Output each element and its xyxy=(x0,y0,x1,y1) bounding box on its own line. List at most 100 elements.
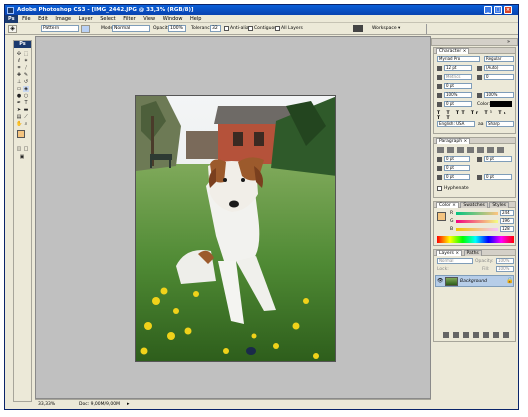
healing-brush-tool-icon[interactable]: ✚ xyxy=(16,72,22,78)
move-tool-icon[interactable]: ✣ xyxy=(16,51,22,57)
menu-help[interactable]: Help xyxy=(187,15,204,23)
delete-layer-icon[interactable] xyxy=(502,332,509,338)
tolerance-input[interactable]: 32 xyxy=(210,25,221,32)
tracking-input[interactable]: 0 xyxy=(484,74,514,80)
font-style-select[interactable]: Regular xyxy=(484,56,514,62)
type-tool-icon[interactable]: T xyxy=(23,100,29,106)
justify-right-icon[interactable] xyxy=(487,147,494,153)
layer-opacity-input[interactable]: 100% xyxy=(496,258,514,264)
close-button[interactable]: × xyxy=(504,6,512,14)
vertical-scale-input[interactable]: 0 pt xyxy=(444,83,472,89)
font-family-select[interactable]: Myriad Pro xyxy=(437,56,480,62)
blue-input[interactable]: 128 xyxy=(500,226,514,232)
indent-right-input[interactable]: 0 pt xyxy=(484,156,512,162)
layer-mask-icon[interactable] xyxy=(462,332,469,338)
menu-filter[interactable]: Filter xyxy=(120,15,138,23)
font-size-input[interactable]: 12 pt xyxy=(444,65,472,71)
marquee-tool-icon[interactable]: ⬚ xyxy=(23,51,29,57)
menu-file[interactable]: File xyxy=(19,15,33,23)
contiguous-checkbox[interactable] xyxy=(248,26,253,31)
anti-alias-checkbox[interactable] xyxy=(224,26,229,31)
bridge-icon[interactable] xyxy=(353,25,363,32)
red-slider[interactable] xyxy=(456,212,498,215)
status-menu-arrow-icon[interactable]: ▸ xyxy=(127,401,130,407)
screen-mode-icon[interactable]: ▣ xyxy=(19,154,25,160)
leading-input[interactable]: (Auto) xyxy=(484,65,514,71)
subscript-button[interactable]: T₁ xyxy=(498,111,508,116)
menu-window[interactable]: Window xyxy=(160,15,186,23)
indent-first-line-input[interactable]: 0 pt xyxy=(444,165,470,171)
alignment-buttons[interactable] xyxy=(437,147,513,153)
text-color-swatch[interactable] xyxy=(490,101,512,107)
visibility-eye-icon[interactable]: 👁 xyxy=(437,278,443,284)
color-ramp[interactable] xyxy=(437,236,514,243)
eyedropper-tool-icon[interactable]: ⟋ xyxy=(23,114,29,120)
zoom-level[interactable]: 33,33% xyxy=(38,402,55,407)
magic-wand-tool-icon[interactable]: ✶ xyxy=(23,58,29,64)
indent-left-input[interactable]: 0 pt xyxy=(444,156,470,162)
link-layers-icon[interactable] xyxy=(442,332,449,338)
opacity-input[interactable]: 100% xyxy=(168,25,186,32)
adjustment-layer-icon[interactable] xyxy=(472,332,479,338)
shape-tool-icon[interactable]: ▬ xyxy=(23,107,29,113)
font-style-buttons[interactable]: T T TT Tr T¹ T₁ T T xyxy=(437,111,515,121)
space-after-input[interactable]: 0 pt xyxy=(484,174,512,180)
fill-input[interactable]: 100% xyxy=(496,266,514,272)
antialias-select[interactable]: Sharp xyxy=(486,121,514,127)
blur-tool-icon[interactable]: ● xyxy=(16,93,22,99)
mode-select[interactable]: Normal xyxy=(112,25,150,32)
zoom-tool-icon[interactable]: ⌕ xyxy=(23,121,29,127)
eraser-tool-icon[interactable]: ▭ xyxy=(16,86,22,92)
superscript-button[interactable]: T¹ xyxy=(485,111,495,116)
dodge-tool-icon[interactable]: ○ xyxy=(23,93,29,99)
brush-tool-icon[interactable]: ✎ xyxy=(23,72,29,78)
lasso-tool-icon[interactable]: ℓ xyxy=(16,58,22,64)
path-selection-tool-icon[interactable]: ➤ xyxy=(16,107,22,113)
new-layer-icon[interactable] xyxy=(492,332,499,338)
justify-all-icon[interactable] xyxy=(497,147,504,153)
menu-view[interactable]: View xyxy=(140,15,158,23)
notes-tool-icon[interactable]: ▤ xyxy=(16,114,22,120)
slice-tool-icon[interactable]: ⧸ xyxy=(23,65,29,71)
maximize-button[interactable]: □ xyxy=(494,6,502,14)
horizontal-scale-input[interactable]: 100% xyxy=(444,92,472,98)
history-brush-tool-icon[interactable]: ↺ xyxy=(23,79,29,85)
vscale2-input[interactable]: 100% xyxy=(484,92,514,98)
language-select[interactable]: English: USA xyxy=(437,121,475,127)
quick-mask-icon[interactable]: ◫ xyxy=(16,146,22,152)
new-group-icon[interactable] xyxy=(482,332,489,338)
hand-tool-icon[interactable]: ✋ xyxy=(16,121,22,127)
hyphenate-checkbox[interactable] xyxy=(437,186,442,191)
justify-center-icon[interactable] xyxy=(477,147,484,153)
layer-name[interactable]: Background xyxy=(460,279,487,284)
green-input[interactable]: 196 xyxy=(500,218,514,224)
color-fg-swatch[interactable] xyxy=(437,212,446,221)
paint-bucket-tool-icon[interactable]: ◈ xyxy=(23,86,29,92)
align-right-icon[interactable] xyxy=(457,147,464,153)
clone-stamp-tool-icon[interactable]: ⊥ xyxy=(16,79,22,85)
kerning-input[interactable]: Metrics xyxy=(444,74,472,80)
collapse-dock-icon[interactable]: » xyxy=(507,39,510,45)
menu-edit[interactable]: Edit xyxy=(35,15,51,23)
blend-mode-select[interactable]: Normal xyxy=(437,258,473,264)
document-image[interactable] xyxy=(135,95,336,362)
workspace-menu[interactable]: Workspace ▾ xyxy=(372,25,400,32)
pen-tool-icon[interactable]: ✒ xyxy=(16,100,22,106)
paint-bucket-tool-preset-icon[interactable]: ◈ xyxy=(8,25,17,33)
menu-ps-logo[interactable]: Ps xyxy=(5,15,18,23)
all-caps-button[interactable]: TT xyxy=(456,111,467,116)
align-left-icon[interactable] xyxy=(437,147,444,153)
align-center-icon[interactable] xyxy=(447,147,454,153)
menu-image[interactable]: Image xyxy=(52,15,74,23)
menu-layer[interactable]: Layer xyxy=(76,15,96,23)
foreground-color-swatch[interactable] xyxy=(17,130,25,138)
crop-tool-icon[interactable]: ⌗ xyxy=(16,65,22,71)
all-layers-checkbox[interactable] xyxy=(275,26,280,31)
fill-source-select[interactable]: Pattern xyxy=(41,25,79,32)
pattern-picker-button[interactable] xyxy=(81,25,90,33)
justify-left-icon[interactable] xyxy=(467,147,474,153)
layer-style-icon[interactable] xyxy=(452,332,459,338)
menu-select[interactable]: Select xyxy=(97,15,118,23)
small-caps-button[interactable]: Tr xyxy=(471,111,481,116)
standard-mode-icon[interactable]: □ xyxy=(23,146,29,152)
